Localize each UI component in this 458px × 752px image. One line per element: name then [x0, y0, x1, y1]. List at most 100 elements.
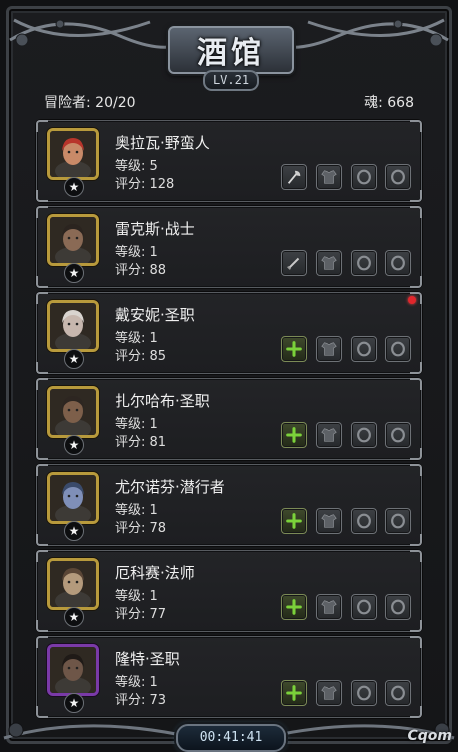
ring-slot[interactable] — [351, 336, 377, 362]
ring-icon — [389, 340, 407, 358]
star-icon: ★ — [64, 349, 84, 369]
card-corner — [410, 620, 422, 632]
armor-slot[interactable] — [316, 164, 342, 190]
armor-slot[interactable] — [316, 422, 342, 448]
hero-level: 等级: 1 — [115, 503, 158, 518]
ring-icon — [355, 254, 373, 272]
page-title: 酒馆 — [168, 26, 294, 74]
hero-name: 尤尔诺芬·潜行者 — [115, 478, 225, 496]
hero-card[interactable]: ★ 扎尔哈布·圣职 等级: 1 评分: 81 — [36, 378, 422, 460]
hero-score: 评分: 73 — [115, 693, 167, 708]
equipment-slots — [281, 336, 411, 362]
card-corner — [36, 190, 48, 202]
weapon-slot[interactable] — [281, 164, 307, 190]
ring-slot[interactable] — [351, 250, 377, 276]
hero-score: 评分: 77 — [115, 607, 167, 622]
armor-icon — [320, 340, 338, 358]
notification-dot — [408, 296, 416, 304]
weapon-slot[interactable] — [281, 250, 307, 276]
ring-slot[interactable] — [351, 594, 377, 620]
ring-slot[interactable] — [385, 336, 411, 362]
timer-display: 00:41:41 — [176, 724, 286, 752]
card-corner — [410, 190, 422, 202]
armor-slot[interactable] — [316, 680, 342, 706]
hero-name: 扎尔哈布·圣职 — [115, 392, 210, 410]
ring-icon — [389, 254, 407, 272]
hero-score: 评分: 78 — [115, 521, 167, 536]
card-corner — [410, 362, 422, 374]
ring-slot[interactable] — [385, 164, 411, 190]
ring-icon — [355, 426, 373, 444]
ring-slot[interactable] — [351, 508, 377, 534]
weapon-slot[interactable] — [281, 336, 307, 362]
card-corner — [410, 448, 422, 460]
hero-level: 等级: 5 — [115, 159, 158, 174]
hero-card[interactable]: ★ 戴安妮·圣职 等级: 1 评分: 85 — [36, 292, 422, 374]
tavern-panel — [6, 6, 452, 744]
ring-slot[interactable] — [351, 422, 377, 448]
ring-slot[interactable] — [385, 250, 411, 276]
hero-portrait[interactable] — [47, 558, 99, 610]
weapon-slot[interactable] — [281, 594, 307, 620]
soul-count: 魂: 668 — [364, 95, 414, 111]
weapon-slot[interactable] — [281, 680, 307, 706]
hero-card[interactable]: ★ 尤尔诺芬·潜行者 等级: 1 评分: 78 — [36, 464, 422, 546]
hero-card[interactable]: ★ 隆特·圣职 等级: 1 评分: 73 — [36, 636, 422, 718]
hero-portrait[interactable] — [47, 300, 99, 352]
hero-portrait[interactable] — [47, 386, 99, 438]
ring-icon — [355, 168, 373, 186]
sword-icon — [285, 254, 303, 272]
ring-slot[interactable] — [351, 680, 377, 706]
star-icon: ★ — [64, 521, 84, 541]
weapon-slot[interactable] — [281, 508, 307, 534]
hero-portrait[interactable] — [47, 472, 99, 524]
watermark-logo: Cqom — [407, 728, 452, 744]
equipment-slots — [281, 508, 411, 534]
ring-slot[interactable] — [385, 680, 411, 706]
hero-level: 等级: 1 — [115, 245, 158, 260]
card-corner — [36, 534, 48, 546]
star-icon: ★ — [64, 177, 84, 197]
ring-icon — [389, 598, 407, 616]
hero-portrait[interactable] — [47, 128, 99, 180]
ring-icon — [389, 168, 407, 186]
armor-icon — [320, 684, 338, 702]
card-corner — [410, 120, 422, 132]
ring-icon — [389, 426, 407, 444]
card-corner — [36, 448, 48, 460]
card-corner — [410, 276, 422, 288]
hero-card[interactable]: ★ 厄科赛·法师 等级: 1 评分: 77 — [36, 550, 422, 632]
equipment-slots — [281, 594, 411, 620]
armor-slot[interactable] — [316, 336, 342, 362]
card-corner — [36, 206, 48, 218]
ring-slot[interactable] — [385, 508, 411, 534]
ring-slot[interactable] — [351, 164, 377, 190]
armor-slot[interactable] — [316, 508, 342, 534]
ring-slot[interactable] — [385, 594, 411, 620]
hero-portrait[interactable] — [47, 644, 99, 696]
card-corner — [410, 550, 422, 562]
armor-icon — [320, 254, 338, 272]
weapon-slot[interactable] — [281, 422, 307, 448]
armor-slot[interactable] — [316, 250, 342, 276]
adventurer-count: 冒险者: 20/20 — [44, 95, 136, 111]
card-corner — [36, 620, 48, 632]
ring-slot[interactable] — [385, 422, 411, 448]
armor-icon — [320, 168, 338, 186]
level-badge: LV.21 — [203, 70, 259, 91]
hero-level: 等级: 1 — [115, 417, 158, 432]
armor-icon — [320, 512, 338, 530]
card-corner — [36, 550, 48, 562]
hero-card[interactable]: ★ 雷克斯·战士 等级: 1 评分: 88 — [36, 206, 422, 288]
hero-name: 雷克斯·战士 — [115, 220, 195, 238]
card-corner — [36, 276, 48, 288]
hero-name: 奥拉瓦·野蛮人 — [115, 134, 210, 152]
hero-card[interactable]: ★ 奥拉瓦·野蛮人 等级: 5 评分: 128 — [36, 120, 422, 202]
hero-score: 评分: 88 — [115, 263, 167, 278]
card-corner — [36, 362, 48, 374]
ring-icon — [389, 684, 407, 702]
hero-portrait[interactable] — [47, 214, 99, 266]
plus-icon — [285, 340, 303, 358]
plus-icon — [285, 426, 303, 444]
armor-slot[interactable] — [316, 594, 342, 620]
